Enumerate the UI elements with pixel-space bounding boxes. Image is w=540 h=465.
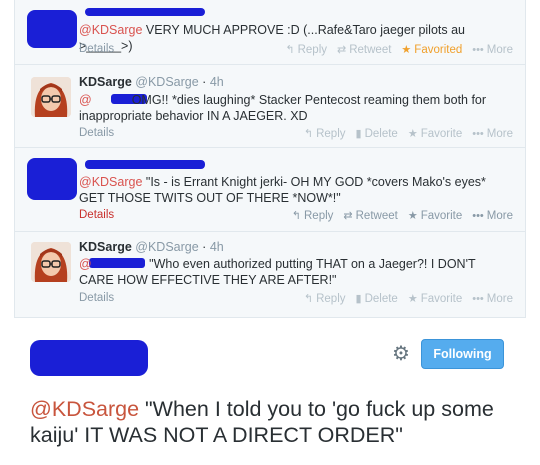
- tweet[interactable]: @KDSarge "Is - is Errant Knight jerki- O…: [15, 148, 525, 232]
- tweet[interactable]: @KDSarge VERY MUCH APPROVE :D (...Rafe&T…: [15, 0, 525, 65]
- favorite-button[interactable]: ★ Favorite: [407, 292, 462, 306]
- reply-button[interactable]: ↰ Reply: [303, 292, 346, 306]
- star-icon: ★: [407, 293, 418, 305]
- redacted-name: [85, 160, 205, 169]
- tweet[interactable]: KDSarge @KDSarge · 4h @ "Who even author…: [15, 232, 525, 318]
- mention-link[interactable]: @KDSarge: [79, 23, 142, 37]
- mention-link[interactable]: @: [79, 257, 92, 271]
- retweet-icon: ⇄: [337, 44, 347, 56]
- reply-icon: ↰: [303, 128, 314, 140]
- reply-button[interactable]: ↰ Reply: [303, 127, 346, 141]
- details-link[interactable]: Details: [79, 292, 114, 304]
- tweet-actions: ↰ Reply ⇄ Retweet ★ Favorite ••• More: [291, 209, 513, 223]
- details-link[interactable]: Details: [79, 127, 114, 139]
- redacted-avatar: [27, 158, 77, 200]
- more-dots-icon: •••: [472, 292, 484, 305]
- redacted-avatar: [27, 10, 77, 48]
- conversation-thread: @KDSarge VERY MUCH APPROVE :D (...Rafe&T…: [14, 0, 526, 318]
- reply-button[interactable]: ↰ Reply: [291, 209, 334, 223]
- star-icon: ★: [407, 128, 418, 140]
- star-icon: ★: [401, 44, 412, 56]
- delete-button[interactable]: ▮ Delete: [355, 127, 398, 141]
- author-name[interactable]: KDSarge @KDSarge · 4h: [79, 240, 224, 254]
- tweet-text: @ OMG!! *dies laughing* Stacker Pentecost…: [79, 93, 487, 123]
- following-button[interactable]: Following: [421, 339, 504, 369]
- avatar[interactable]: [31, 77, 71, 117]
- more-button[interactable]: ••• More: [472, 128, 513, 140]
- tweet-actions: ↰ Reply ▮ Delete ★ Favorite ••• More: [303, 127, 513, 141]
- details-link[interactable]: Details: [79, 43, 114, 55]
- favorite-button[interactable]: ★ Favorite: [407, 209, 462, 223]
- star-icon: ★: [407, 210, 418, 222]
- details-link[interactable]: Details: [79, 209, 114, 221]
- tweet-text: @ "Who even authorized putting THAT on a…: [79, 257, 476, 287]
- tweet-text: @KDSarge "Is - is Errant Knight jerki- O…: [79, 175, 486, 205]
- tweet-actions: ↰ Reply ⇄ Retweet ★ Favorited ••• More: [285, 43, 513, 57]
- retweet-button[interactable]: ⇄ Retweet: [337, 43, 391, 57]
- favorite-button[interactable]: ★ Favorite: [407, 127, 462, 141]
- favorited-button[interactable]: ★ Favorited: [401, 43, 462, 57]
- avatar[interactable]: [31, 242, 71, 282]
- reply-icon: ↰: [303, 293, 314, 305]
- reply-icon: ↰: [285, 44, 295, 56]
- more-button[interactable]: ••• More: [472, 293, 513, 305]
- more-dots-icon: •••: [472, 127, 484, 140]
- trash-icon: ▮: [355, 293, 362, 305]
- redacted-name: [85, 8, 205, 16]
- tweet-actions: ↰ Reply ▮ Delete ★ Favorite ••• More: [303, 292, 513, 306]
- retweet-button[interactable]: ⇄ Retweet: [343, 209, 397, 223]
- trash-icon: ▮: [355, 128, 362, 140]
- more-dots-icon: •••: [472, 209, 484, 222]
- more-button[interactable]: ••• More: [472, 210, 513, 222]
- expanded-tweet-text: @KDSarge "When I told you to 'go fuck up…: [30, 397, 494, 447]
- mention-link[interactable]: @KDSarge: [79, 175, 142, 189]
- mention-link[interactable]: @KDSarge: [30, 397, 139, 421]
- delete-button[interactable]: ▮ Delete: [355, 292, 398, 306]
- tweet[interactable]: KDSarge @KDSarge · 4h @ OMG!! *dies laugh…: [15, 65, 525, 148]
- redacted-author: [30, 340, 148, 376]
- mention-link[interactable]: @: [79, 93, 92, 107]
- retweet-icon: ⇄: [343, 210, 353, 222]
- more-button[interactable]: ••• More: [472, 44, 513, 56]
- author-name[interactable]: KDSarge @KDSarge · 4h: [79, 75, 224, 89]
- gear-icon[interactable]: ⚙: [392, 341, 410, 366]
- reply-button[interactable]: ↰ Reply: [285, 43, 327, 57]
- more-dots-icon: •••: [472, 43, 484, 56]
- reply-icon: ↰: [291, 210, 301, 222]
